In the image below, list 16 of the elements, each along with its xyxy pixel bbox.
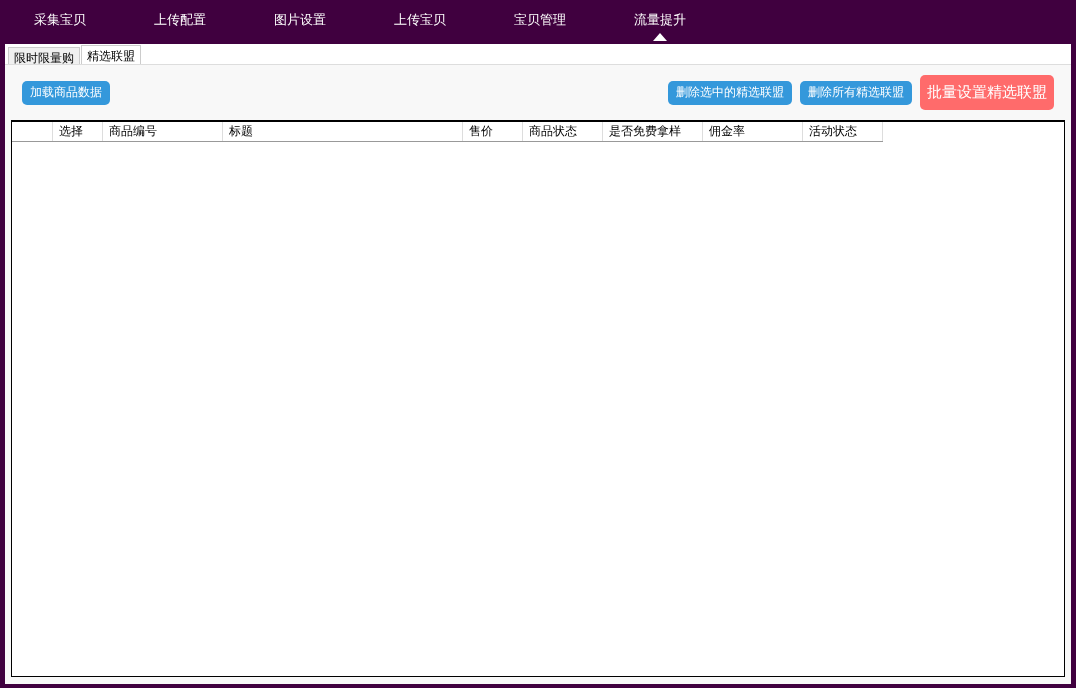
column-header[interactable]: 选择	[53, 122, 103, 141]
column-header[interactable]: 佣金率	[703, 122, 803, 141]
column-header[interactable]: 售价	[463, 122, 523, 141]
column-header[interactable]: 活动状态	[803, 122, 883, 141]
tab[interactable]: 限时限量购	[8, 47, 80, 64]
nav-tab[interactable]: 上传宝贝	[360, 0, 480, 44]
column-header[interactable]: 商品状态	[523, 122, 603, 141]
column-header[interactable]: 标题	[223, 122, 463, 141]
nav-tab[interactable]: 宝贝管理	[480, 0, 600, 44]
tab[interactable]: 精选联盟	[81, 45, 141, 64]
nav-tab[interactable]: 上传配置	[120, 0, 240, 44]
column-header[interactable]: 是否免费拿样	[603, 122, 703, 141]
nav-tab[interactable]: 流量提升	[600, 0, 720, 44]
column-header[interactable]: 商品编号	[103, 122, 223, 141]
nav-tab[interactable]: 图片设置	[240, 0, 360, 44]
nav-tab[interactable]: 采集宝贝	[0, 0, 120, 44]
